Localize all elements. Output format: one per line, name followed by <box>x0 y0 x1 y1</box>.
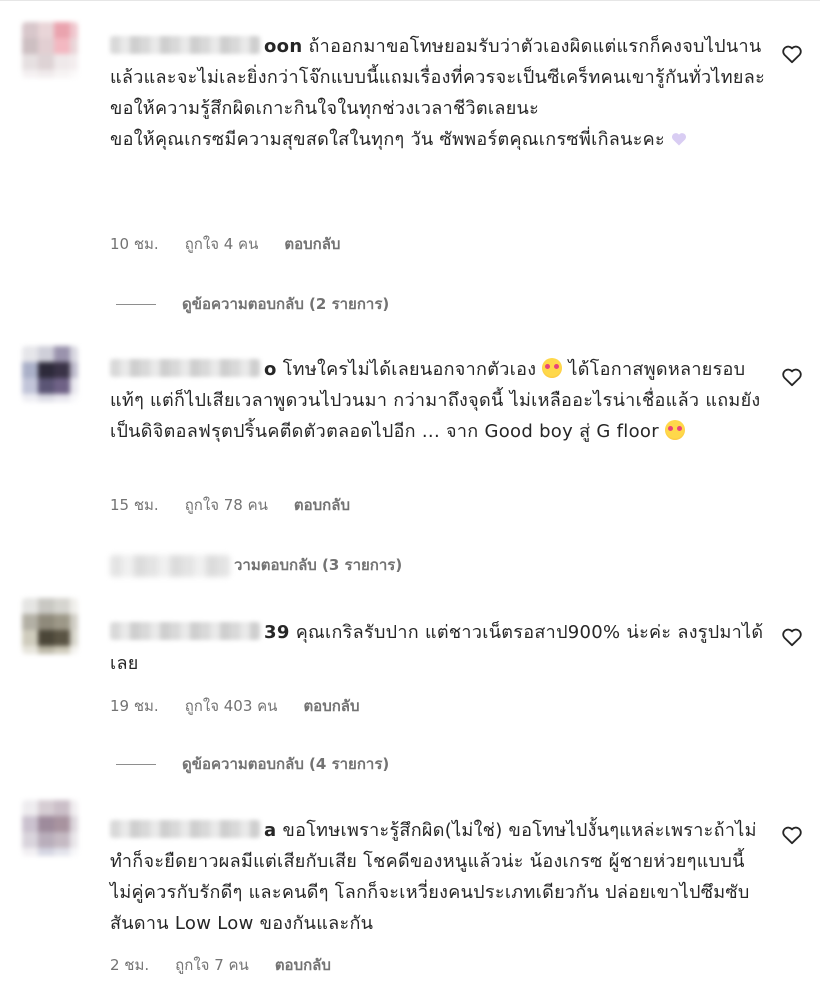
purple-heart-emoji-icon <box>671 133 687 146</box>
comment-meta: 2 ชม. ถูกใจ 7 คน ตอบกลับ <box>110 953 357 977</box>
username-suffix[interactable]: o <box>264 359 277 380</box>
username-suffix[interactable]: 39 <box>264 622 290 643</box>
username-redacted[interactable] <box>110 359 260 377</box>
view-replies-label[interactable]: ดูข้อความตอบกลับ (2 รายการ) <box>182 295 389 313</box>
reply-button[interactable]: ตอบกลับ <box>284 235 340 253</box>
username-redacted[interactable] <box>110 36 260 54</box>
username-redacted[interactable] <box>110 622 260 640</box>
comment-time[interactable]: 19 ชม. <box>110 697 159 715</box>
comment-text: 39 คุณเกริลรับปาก แต่ชาวเน็ตรอสาป900% น่… <box>110 617 770 679</box>
comment-time[interactable]: 2 ชม. <box>110 956 149 974</box>
view-replies-button[interactable]: ดูข้อความตอบกลับ (2 รายการ) <box>110 292 389 316</box>
view-replies-label[interactable]: ดูข้อความตอบกลับ (4 รายการ) <box>182 755 389 773</box>
view-replies-label[interactable]: วามตอบกลับ (3 รายการ) <box>234 556 402 574</box>
like-heart-icon[interactable] <box>780 365 804 389</box>
replies-divider-line <box>116 764 156 765</box>
smiling-face-emoji-icon <box>542 358 563 378</box>
like-heart-icon[interactable] <box>780 823 804 847</box>
comment-time[interactable]: 10 ชม. <box>110 235 159 253</box>
smiling-face-emoji-icon <box>664 420 685 440</box>
comment-meta: 19 ชม. ถูกใจ 403 คน ตอบกลับ <box>110 694 386 718</box>
avatar[interactable] <box>22 22 78 78</box>
redacted-block <box>110 554 230 577</box>
username-suffix[interactable]: a <box>264 820 276 841</box>
comment-text: o โทษใครไม่ได้เลยนอกจากตัวเอง ได้โอกาสพู… <box>110 354 770 447</box>
like-heart-icon[interactable] <box>780 42 804 66</box>
comment-meta: 10 ชม. ถูกใจ 4 คน ตอบกลับ <box>110 232 366 256</box>
comment-likes[interactable]: ถูกใจ 7 คน <box>175 956 249 974</box>
username-suffix[interactable]: oon <box>264 36 302 57</box>
comment-likes[interactable]: ถูกใจ 4 คน <box>185 235 259 253</box>
comment-meta: 15 ชม. ถูกใจ 78 คน ตอบกลับ <box>110 493 376 517</box>
avatar[interactable] <box>22 346 78 402</box>
username-redacted[interactable] <box>110 820 260 838</box>
comment-body: โทษใครไม่ได้เลยนอกจากตัวเอง <box>282 359 537 380</box>
view-replies-button[interactable]: วามตอบกลับ (3 รายการ) <box>110 553 402 577</box>
comment-text: oon ถ้าออกมาขอโทษยอมรับว่าตัวเองผิดแต่แร… <box>110 31 770 155</box>
comment-body-2: ขอให้คุณเกรซมีความสุขสดใสในทุกๆ วัน ซัพพ… <box>110 129 665 150</box>
reply-button[interactable]: ตอบกลับ <box>275 956 331 974</box>
comment-likes[interactable]: ถูกใจ 78 คน <box>185 496 268 514</box>
avatar[interactable] <box>22 598 78 654</box>
view-replies-button[interactable]: ดูข้อความตอบกลับ (4 รายการ) <box>110 752 389 776</box>
comment-time[interactable]: 15 ชม. <box>110 496 159 514</box>
like-heart-icon[interactable] <box>780 625 804 649</box>
replies-divider-line <box>116 304 156 305</box>
reply-button[interactable]: ตอบกลับ <box>294 496 350 514</box>
comment-text: a ขอโทษเพราะรู้สึกผิด(ไม่ใช่) ขอโทษไปงั้… <box>110 815 770 939</box>
reply-button[interactable]: ตอบกลับ <box>303 697 359 715</box>
avatar[interactable] <box>22 800 78 856</box>
top-divider <box>0 0 820 1</box>
comment-likes[interactable]: ถูกใจ 403 คน <box>185 697 278 715</box>
